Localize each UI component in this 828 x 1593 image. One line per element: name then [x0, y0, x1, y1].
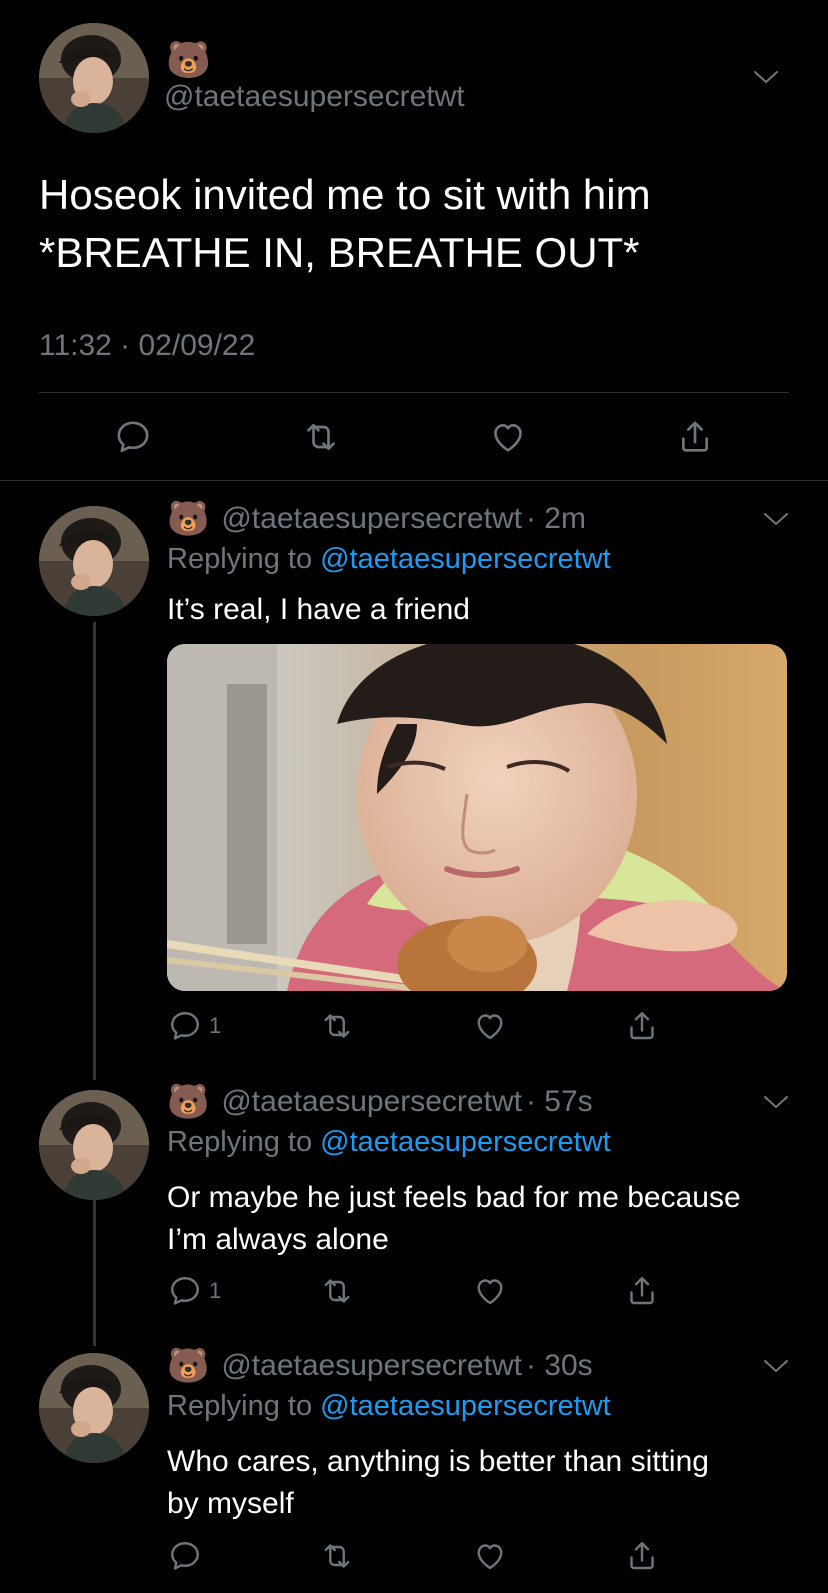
retweet-icon: [319, 1008, 355, 1044]
handle[interactable]: @taetaesupersecretwt: [221, 1349, 522, 1383]
chevron-down-icon[interactable]: [752, 68, 780, 86]
retweet-button[interactable]: [319, 1538, 355, 1574]
display-name-emoji: 🐻: [166, 39, 211, 80]
avatar[interactable]: [39, 23, 149, 133]
heart-icon: [472, 1273, 508, 1309]
reply-button[interactable]: [167, 1538, 203, 1574]
share-button[interactable]: [624, 1008, 660, 1044]
share-icon: [624, 1273, 660, 1309]
tweet-text: Who cares, anything is better than sitti…: [167, 1441, 709, 1525]
retweet-button[interactable]: [319, 1008, 355, 1044]
mention-link[interactable]: @taetaesupersecretwt: [320, 543, 611, 575]
divider: [0, 480, 828, 481]
like-button[interactable]: [488, 417, 528, 457]
speech-bubble-icon: [167, 1008, 203, 1044]
tweet-text-line: Who cares, anything is better than sitti…: [167, 1445, 709, 1478]
replying-to: Replying to @taetaesupersecretwt: [167, 1390, 611, 1422]
speech-bubble-icon: [113, 417, 153, 457]
share-button[interactable]: [675, 417, 715, 457]
reply-button[interactable]: 1: [167, 1273, 221, 1309]
reply-button[interactable]: [113, 417, 153, 457]
tweet-time[interactable]: · 2m: [526, 502, 586, 536]
reply-header: 🐻 @taetaesupersecretwt · 30s: [167, 1349, 593, 1383]
tweet-text-line: *BREATHE IN, BREATHE OUT*: [39, 229, 640, 276]
share-button[interactable]: [624, 1273, 660, 1309]
avatar[interactable]: [39, 1353, 149, 1463]
reply-count: 1: [209, 1013, 222, 1038]
tweet-timestamp[interactable]: 11:32 · 02/09/22: [39, 329, 255, 363]
speech-bubble-icon: [167, 1273, 203, 1309]
display-name-emoji: 🐻: [167, 1083, 210, 1121]
tweet-time[interactable]: · 57s: [526, 1085, 593, 1119]
chevron-down-icon[interactable]: [762, 510, 790, 528]
tweet-time[interactable]: · 30s: [526, 1349, 593, 1383]
speech-bubble-icon: [167, 1538, 203, 1574]
handle[interactable]: @taetaesupersecretwt: [221, 502, 522, 536]
tweet-text: Hoseok invited me to sit with him *BREAT…: [39, 166, 651, 282]
mention-link[interactable]: @taetaesupersecretwt: [320, 1390, 611, 1422]
like-button[interactable]: [472, 1273, 508, 1309]
tweet-photo[interactable]: [167, 644, 787, 991]
tweet-text-line: Hoseok invited me to sit with him: [39, 171, 651, 218]
heart-icon: [488, 417, 528, 457]
share-icon: [675, 417, 715, 457]
reply-header: 🐻 @taetaesupersecretwt · 2m: [167, 502, 586, 536]
handle[interactable]: @taetaesupersecretwt: [221, 1085, 522, 1119]
share-icon: [624, 1008, 660, 1044]
tweet-text-line: Or maybe he just feels bad for me becaus…: [167, 1181, 741, 1214]
like-button[interactable]: [472, 1538, 508, 1574]
share-icon: [624, 1538, 660, 1574]
replying-to: Replying to @taetaesupersecretwt: [167, 1126, 611, 1158]
like-button[interactable]: [472, 1008, 508, 1044]
tweet-text: It’s real, I have a friend: [167, 593, 470, 626]
chevron-down-icon[interactable]: [762, 1093, 790, 1111]
mention-link[interactable]: @taetaesupersecretwt: [320, 1126, 611, 1158]
chevron-down-icon[interactable]: [762, 1357, 790, 1375]
share-button[interactable]: [624, 1538, 660, 1574]
avatar[interactable]: [39, 506, 149, 616]
reply-count: 1: [209, 1278, 222, 1303]
retweet-icon: [319, 1538, 355, 1574]
tweet-text-line: I’m always alone: [167, 1223, 389, 1256]
reply-header: 🐻 @taetaesupersecretwt · 57s: [167, 1085, 593, 1119]
retweet-icon: [301, 417, 341, 457]
avatar[interactable]: [39, 1090, 149, 1200]
handle[interactable]: @taetaesupersecretwt: [164, 80, 465, 114]
tweet-text-line: by myself: [167, 1487, 294, 1520]
divider: [39, 392, 789, 393]
display-name-emoji: 🐻: [167, 500, 210, 538]
tweet-text: Or maybe he just feels bad for me becaus…: [167, 1177, 741, 1261]
retweet-icon: [319, 1273, 355, 1309]
thread-line: [93, 622, 96, 1080]
heart-icon: [472, 1008, 508, 1044]
thread-line: [93, 1198, 96, 1346]
heart-icon: [472, 1538, 508, 1574]
retweet-button[interactable]: [319, 1273, 355, 1309]
replying-to: Replying to @taetaesupersecretwt: [167, 543, 611, 575]
display-name-emoji: 🐻: [167, 1347, 210, 1385]
reply-button[interactable]: 1: [167, 1008, 221, 1044]
retweet-button[interactable]: [301, 417, 341, 457]
